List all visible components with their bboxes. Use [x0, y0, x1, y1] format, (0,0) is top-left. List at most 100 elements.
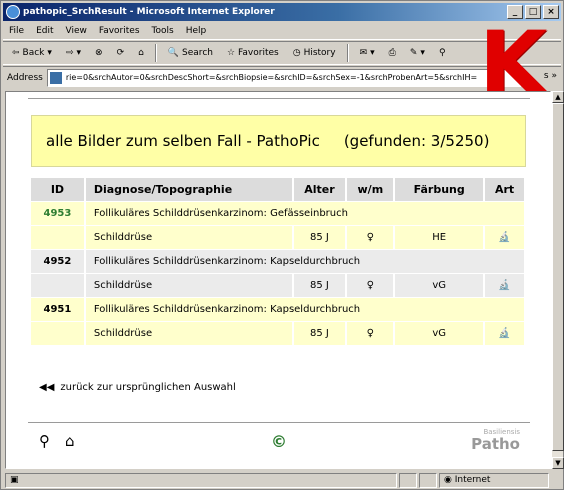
status-cell	[399, 473, 417, 488]
stop-button[interactable]: ⊗	[92, 46, 106, 60]
patho-logo: Basiliensis Patho	[471, 428, 520, 452]
discuss-icon: ⚲	[438, 48, 446, 58]
address-label: Address	[7, 72, 43, 83]
status-zone: ◉ Internet	[439, 473, 549, 488]
col-diagnosis[interactable]: Diagnose/Topographie	[84, 178, 294, 201]
row-stain: vG	[394, 272, 486, 297]
page-done-icon: ▣	[10, 475, 19, 485]
scroll-thumb[interactable]	[552, 103, 564, 451]
footer-divider	[28, 422, 530, 423]
row-topography: Schilddrüse	[84, 224, 294, 249]
search-icon: 🔍	[167, 48, 180, 58]
banner-title: alle Bilder zum selben Fall - PathoPic	[46, 132, 320, 150]
toolbar: ⇦ Back ▾ ⇨ ▾ ⊗ ⟳ ⌂ 🔍 Search ☆ Favorites ◷ Hi…	[3, 41, 561, 65]
back-button[interactable]: ⇦ Back ▾	[9, 46, 55, 60]
toolbar-separator	[346, 44, 349, 62]
col-stain[interactable]: Färbung	[394, 178, 486, 201]
row-sex-female-icon: ♀	[346, 224, 396, 249]
table-row: Schilddrüse 85 J ♀ vG 🔬	[31, 272, 526, 297]
row-topography: Schilddrüse	[84, 320, 294, 345]
banner-count: (gefunden: 3/5250)	[343, 132, 490, 150]
menu-help[interactable]: Help	[186, 26, 207, 36]
home-icon[interactable]: ⌂	[65, 432, 75, 450]
forward-arrow-icon: ⇨	[65, 48, 74, 58]
mail-button[interactable]: ✉ ▾	[357, 46, 378, 60]
row-age: 85 J	[292, 272, 348, 297]
row-microscope-icon: 🔬	[484, 272, 526, 297]
status-text: ▣	[5, 473, 397, 488]
address-url: rie=0&srchAutor=0&srchDescShort=&srchBio…	[65, 72, 478, 82]
row-microscope-icon: 🔬	[484, 224, 526, 249]
table-row[interactable]: 4951 Follikuläres Schilddrüsenkarzinom: …	[31, 296, 527, 321]
row-id[interactable]: 4952	[31, 248, 86, 273]
row-id-link[interactable]: 4953	[31, 200, 86, 225]
copyright-icon[interactable]: ©	[271, 432, 287, 451]
ie-icon	[6, 5, 20, 19]
row-diagnosis: Follikuläres Schilddrüsenkarzinom: Gefäs…	[84, 200, 527, 225]
vertical-scrollbar[interactable]: ▲ ▼	[551, 91, 564, 469]
table-header-row: ID Diagnose/Topographie Alter w/m Färbun…	[31, 178, 526, 201]
row-sex-female-icon: ♀	[346, 272, 396, 297]
row-stain: vG	[394, 320, 486, 345]
menu-edit[interactable]: Edit	[36, 26, 53, 36]
back-link-text[interactable]: zurück zur ursprünglichen Auswahl	[60, 382, 235, 393]
back-link[interactable]: ◀◀ zurück zur ursprünglichen Auswahl	[39, 382, 236, 393]
discuss-button[interactable]: ⚲	[436, 46, 449, 60]
row-sex-female-icon: ♀	[346, 320, 396, 345]
row-diagnosis: Follikuläres Schilddrüsenkarzinom: Kapse…	[84, 248, 527, 273]
scroll-down-icon[interactable]: ▼	[552, 457, 564, 469]
row-age: 85 J	[292, 224, 348, 249]
window-title: pathopic_SrchResult - Microsoft Internet…	[23, 7, 275, 17]
page-footer: ⚲ ⌂ © Basiliensis Patho	[31, 428, 526, 454]
back-arrow-icon: ⇦	[12, 48, 20, 58]
forward-button[interactable]: ⇨ ▾	[63, 46, 84, 60]
toolbar-separator	[154, 44, 157, 62]
favorites-icon: ☆	[226, 48, 236, 58]
col-art[interactable]: Art	[484, 178, 526, 201]
refresh-icon: ⟳	[116, 48, 125, 58]
menu-file[interactable]: File	[9, 26, 24, 36]
mail-icon: ✉	[359, 48, 368, 58]
address-input[interactable]: rie=0&srchAutor=0&srchDescShort=&srchBio…	[46, 68, 521, 87]
top-divider	[28, 98, 530, 99]
menu-favorites[interactable]: Favorites	[99, 26, 140, 36]
row-microscope-icon: 🔬	[484, 320, 526, 345]
title-bar: pathopic_SrchResult - Microsoft Internet…	[3, 3, 561, 21]
table-row[interactable]: 4952 Follikuläres Schilddrüsenkarzinom: …	[31, 248, 527, 273]
refresh-button[interactable]: ⟳	[114, 46, 128, 60]
row-topography: Schilddrüse	[84, 272, 294, 297]
page-content: alle Bilder zum selben Fall - PathoPic (…	[5, 91, 551, 469]
browser-window: pathopic_SrchResult - Microsoft Internet…	[0, 0, 564, 490]
search-icon[interactable]: ⚲	[39, 432, 50, 450]
edit-icon: ✎	[409, 48, 418, 58]
scroll-up-icon[interactable]: ▲	[552, 91, 564, 103]
search-button[interactable]: 🔍 Search	[165, 46, 216, 60]
col-age[interactable]: Alter	[292, 178, 348, 201]
menu-tools[interactable]: Tools	[152, 26, 174, 36]
home-button[interactable]: ⌂	[135, 46, 147, 60]
col-sex[interactable]: w/m	[346, 178, 396, 201]
stop-icon: ⊗	[95, 48, 103, 58]
table-row: Schilddrüse 85 J ♀ HE 🔬	[31, 224, 526, 249]
history-button[interactable]: ◷ History	[290, 46, 339, 60]
table-row[interactable]: 4953 Follikuläres Schilddrüsenkarzinom: …	[31, 200, 527, 225]
history-icon: ◷	[292, 48, 301, 58]
row-diagnosis: Follikuläres Schilddrüsenkarzinom: Kapse…	[84, 296, 527, 321]
favorites-button[interactable]: ☆ Favorites	[224, 46, 282, 60]
logo-text: Patho	[471, 435, 520, 453]
print-button[interactable]: ⎙	[386, 46, 399, 60]
col-id[interactable]: ID	[31, 178, 86, 201]
row-age: 85 J	[292, 320, 348, 345]
print-icon: ⎙	[388, 48, 396, 58]
table-row: Schilddrüse 85 J ♀ vG 🔬	[31, 320, 526, 345]
status-cell	[419, 473, 437, 488]
home-icon: ⌂	[138, 48, 144, 58]
menu-view[interactable]: View	[66, 26, 87, 36]
row-id[interactable]: 4951	[31, 296, 86, 321]
globe-icon: ◉	[444, 475, 455, 485]
menu-bar: File Edit View Favorites Tools Help	[3, 22, 561, 40]
edit-button[interactable]: ✎ ▾	[407, 46, 428, 60]
result-banner: alle Bilder zum selben Fall - PathoPic (…	[31, 115, 526, 167]
row-stain: HE	[394, 224, 486, 249]
status-bar: ▣ ◉ Internet	[3, 472, 561, 489]
